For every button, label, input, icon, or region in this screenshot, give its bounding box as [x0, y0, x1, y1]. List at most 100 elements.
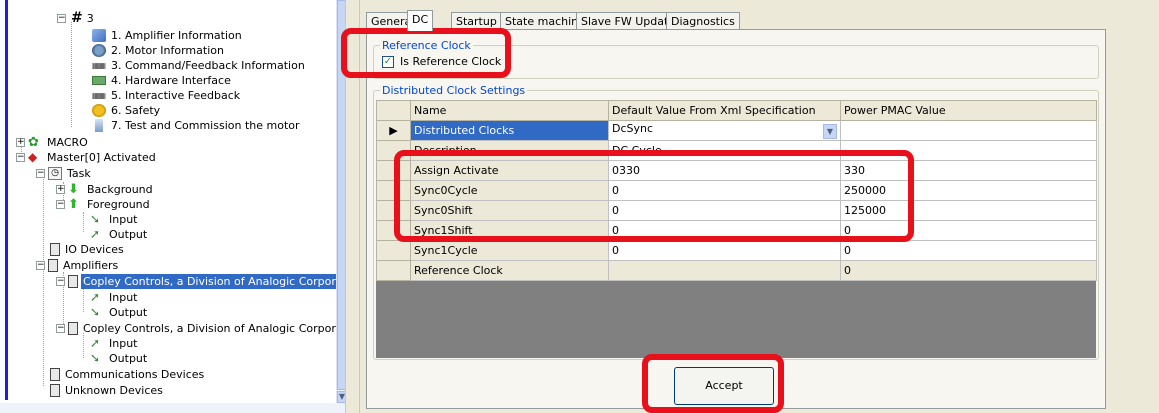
pmac-value-cell[interactable]: 0 — [840, 260, 1097, 281]
tree-node-master[interactable]: − ◆ Master[0] Activated — [16, 149, 158, 164]
up-arrow-icon: ⬆ — [68, 196, 79, 212]
down-arrow-icon: ⬇ — [68, 181, 79, 197]
tree-item-amplifier-information[interactable]: 1. Amplifier Information — [92, 27, 244, 42]
pmac-value-cell[interactable] — [840, 140, 1097, 161]
default-value-dropdown[interactable]: DcSync ▼ — [608, 120, 841, 141]
tree-item-test-commission[interactable]: 7. Test and Commission the motor — [92, 117, 302, 132]
device-box-icon — [68, 321, 78, 335]
tree-node-amplifiers[interactable]: − Amplifiers — [36, 257, 120, 272]
reference-clock-group-title: Reference Clock — [380, 39, 473, 52]
row-name: Description — [410, 140, 609, 161]
row-name: Sync0Cycle — [410, 180, 609, 201]
collapse-toggle-icon[interactable]: − — [36, 168, 45, 178]
accept-button[interactable]: Accept — [674, 367, 774, 405]
tab-dc[interactable]: DC — [407, 10, 434, 31]
table-row[interactable]: Assign Activate 0330 330 — [376, 160, 1097, 181]
tree-edge-bar — [5, 0, 8, 400]
amplifier-info-icon — [92, 28, 106, 42]
output-icon: ➚ — [90, 226, 101, 241]
pmac-value-cell[interactable]: 330 — [840, 160, 1097, 181]
tree-node-unknown-devices[interactable]: Unknown Devices — [50, 382, 165, 397]
input-icon: ➚ — [90, 335, 101, 350]
master-network-icon: ◆ — [28, 149, 38, 164]
tree-connector — [83, 212, 84, 232]
pmac-value-cell[interactable]: 125000 — [840, 200, 1097, 221]
tree-node-amplifier-2[interactable]: − Copley Controls, a Division of Analogic… — [56, 320, 345, 335]
tree-node-amp2-input[interactable]: ➚ Input — [90, 335, 139, 350]
device-box-icon — [50, 242, 60, 256]
tab-slave-fw-update[interactable]: Slave FW Update — [576, 12, 681, 30]
collapse-toggle-icon[interactable]: − — [56, 323, 65, 333]
tree-item-hardware-interface[interactable]: 4. Hardware Interface — [92, 72, 233, 87]
pmac-value-cell[interactable]: 0 — [840, 220, 1097, 241]
tree-item-safety[interactable]: 6. Safety — [92, 102, 162, 117]
table-row[interactable]: Sync0Cycle 0 250000 — [376, 180, 1097, 201]
device-box-icon — [48, 258, 58, 272]
collapse-toggle-icon[interactable]: − — [57, 13, 66, 23]
collapse-toggle-icon[interactable]: − — [36, 260, 45, 270]
pmac-value-cell[interactable]: 0 — [840, 240, 1097, 261]
tree-node-amp1-input[interactable]: ➚ Input — [90, 289, 139, 304]
column-header-name[interactable]: Name — [410, 100, 609, 121]
row-header — [376, 260, 411, 281]
chevron-down-icon[interactable]: ▼ — [823, 124, 837, 139]
collapse-toggle-icon[interactable]: − — [56, 276, 65, 286]
tree-node-foreground-output[interactable]: ➚ Output — [90, 226, 149, 241]
table-row[interactable]: Sync1Cycle 0 0 — [376, 240, 1097, 261]
table-row[interactable]: Sync1Shift 0 0 — [376, 220, 1097, 241]
row-name: Reference Clock — [410, 260, 609, 281]
pane-splitter[interactable] — [346, 0, 360, 413]
table-row[interactable]: ▶ Distributed Clocks DcSync ▼ — [376, 120, 1097, 141]
scrollbar-thumb[interactable] — [337, 0, 345, 390]
collapse-toggle-icon[interactable]: − — [16, 152, 25, 162]
safety-helmet-icon — [92, 103, 106, 117]
tree-node-foreground-input[interactable]: ➘ Input — [90, 211, 139, 226]
tree-node-amp2-output[interactable]: ➘ Output — [90, 350, 149, 365]
tab-diagnostics[interactable]: Diagnostics — [666, 12, 740, 30]
tree-node-task[interactable]: − ◷ Task — [36, 165, 93, 180]
column-header-pmac[interactable]: Power PMAC Value — [840, 100, 1097, 121]
device-box-icon — [68, 274, 78, 288]
grid-corner — [376, 100, 411, 121]
tree-node-foreground[interactable]: − ⬆ Foreground — [56, 196, 152, 211]
scroll-down-arrow-icon[interactable]: ▼ — [337, 391, 345, 403]
table-row[interactable]: Description DC Cycle — [376, 140, 1097, 161]
row-header — [376, 240, 411, 261]
table-row[interactable]: Sync0Shift 0 125000 — [376, 200, 1097, 221]
tree-node-communications-devices[interactable]: Communications Devices — [50, 366, 206, 381]
device-box-icon — [50, 383, 60, 397]
tree-item-motor-information[interactable]: 2. Motor Information — [92, 42, 226, 57]
default-value-cell: 0 — [608, 180, 841, 201]
tree-node-io-devices[interactable]: IO Devices — [50, 241, 126, 256]
expand-toggle-icon[interactable]: + — [16, 137, 25, 147]
tree-horizontal-scrollbar[interactable] — [0, 403, 345, 413]
tree-node-3[interactable]: − #3 — [57, 10, 96, 25]
tab-startup[interactable]: Startup — [451, 12, 502, 30]
row-header — [376, 220, 411, 241]
tree-item-command-feedback[interactable]: ▦▦ 3. Command/Feedback Information — [92, 57, 307, 72]
collapse-toggle-icon[interactable]: − — [56, 199, 65, 209]
tree-vertical-scrollbar[interactable]: ▼ — [336, 0, 345, 413]
row-header — [376, 160, 411, 181]
task-clock-icon: ◷ — [48, 166, 62, 180]
pmac-value-cell[interactable]: 250000 — [840, 180, 1097, 201]
tree-item-interactive-feedback[interactable]: ▦▦ 5. Interactive Feedback — [92, 87, 242, 102]
hash-icon: # — [71, 9, 83, 26]
pmac-value-cell[interactable] — [840, 120, 1097, 141]
tree-node-amplifier-1[interactable]: − Copley Controls, a Division of Analogic… — [56, 273, 345, 289]
expand-toggle-icon[interactable]: + — [56, 184, 65, 194]
distributed-clock-group: Distributed Clock Settings Name Default … — [373, 84, 1099, 360]
device-box-icon — [50, 367, 60, 381]
tree-node-macro[interactable]: + ✿ MACRO — [16, 134, 90, 149]
row-header — [376, 140, 411, 161]
is-reference-clock-checkbox[interactable]: ✓ — [382, 56, 394, 68]
tree-node-amp1-output[interactable]: ➘ Output — [90, 304, 149, 319]
hardware-board-icon — [92, 75, 106, 85]
column-header-default[interactable]: Default Value From Xml Specification — [608, 100, 841, 121]
table-row[interactable]: Reference Clock 0 — [376, 260, 1097, 281]
tree-node-background[interactable]: + ⬇ Background — [56, 181, 155, 196]
input-icon: ➚ — [90, 289, 101, 304]
feedback-grid-icon: ▦▦ — [92, 60, 106, 70]
default-value-cell: DC Cycle — [608, 140, 841, 161]
tree-connector — [43, 176, 44, 386]
